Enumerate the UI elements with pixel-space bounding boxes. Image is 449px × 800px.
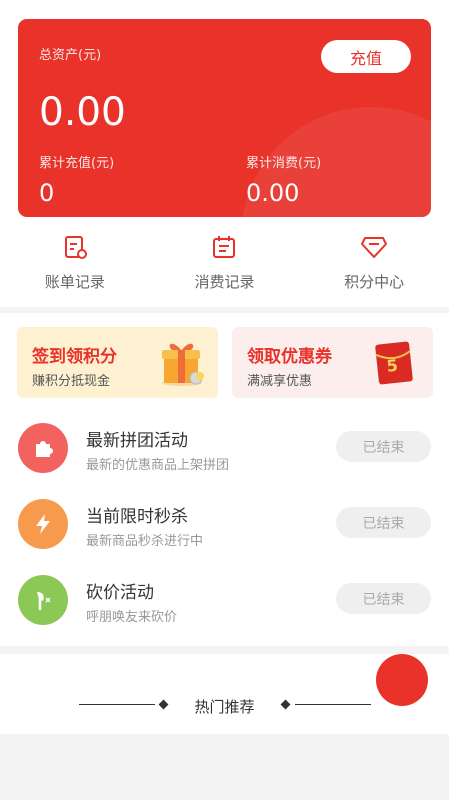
accum-recharge-value: 0 — [39, 179, 55, 207]
gift-box-icon — [158, 337, 206, 391]
nav-bill-records[interactable]: 账单记录 — [0, 224, 150, 304]
promo-title: 签到领积分 — [32, 347, 117, 367]
bill-icon — [62, 234, 88, 260]
hot-recommend-title: 热门推荐 — [194, 698, 255, 716]
promo-title: 领取优惠券 — [247, 347, 332, 367]
calendar-icon — [211, 234, 237, 260]
promo-subtitle: 满减享优惠 — [247, 374, 313, 389]
activity-flash-sale[interactable]: 当前限时秒杀 最新商品秒杀进行中 已结束 — [0, 485, 449, 561]
accum-spend-value: 0.00 — [246, 179, 300, 207]
sign-in-points-card[interactable]: 签到领积分 赚积分抵现金 — [17, 327, 218, 398]
accum-spend-label: 累计消费(元) — [246, 156, 322, 171]
activity-title: 砍价活动 — [86, 583, 154, 603]
accum-recharge-label: 累计充值(元) — [39, 156, 115, 171]
activity-title: 当前限时秒杀 — [86, 507, 188, 527]
divider-line — [295, 704, 371, 705]
activity-status-button[interactable]: 已结束 — [336, 583, 431, 614]
puzzle-icon — [18, 423, 68, 473]
activity-group-buy[interactable]: 最新拼团活动 最新的优惠商品上架拼团 已结束 — [0, 409, 449, 485]
lightning-icon — [18, 499, 68, 549]
diamond-icon — [360, 234, 388, 260]
axe-icon — [18, 575, 68, 625]
nav-label: 消费记录 — [194, 273, 255, 291]
activity-bargain[interactable]: 砍价活动 呼朋唤友来砍价 已结束 — [0, 561, 449, 637]
activity-subtitle: 最新的优惠商品上架拼团 — [86, 458, 230, 473]
promo-and-activity-section: 签到领积分 赚积分抵现金 领取优惠券 满减享优惠 5 最新拼团活动 最新的优惠商… — [0, 313, 449, 646]
nav-spend-records[interactable]: 消费记录 — [150, 224, 300, 304]
activity-title: 最新拼团活动 — [86, 431, 188, 451]
nav-label: 积分中心 — [344, 273, 405, 291]
red-envelope-icon: 5 — [373, 339, 417, 391]
recharge-button[interactable]: 充值 — [321, 40, 411, 73]
activity-subtitle: 最新商品秒杀进行中 — [86, 534, 204, 549]
top-section: 总资产(元) 0.00 充值 累计充值(元) 0 累计消费(元) 0.00 账单… — [0, 0, 449, 307]
shortcut-nav: 账单记录 消费记录 积分中心 — [0, 224, 449, 304]
total-assets-label: 总资产(元) — [39, 48, 102, 63]
activity-status-button[interactable]: 已结束 — [336, 507, 431, 538]
nav-points-center[interactable]: 积分中心 — [299, 224, 449, 304]
coupon-badge: 5 — [386, 356, 399, 376]
activity-subtitle: 呼朋唤友来砍价 — [86, 610, 178, 625]
asset-card: 总资产(元) 0.00 充值 累计充值(元) 0 累计消费(元) 0.00 — [18, 19, 431, 217]
nav-label: 账单记录 — [44, 273, 105, 291]
floating-action-button[interactable] — [376, 654, 428, 706]
coupon-card[interactable]: 领取优惠券 满减享优惠 5 — [232, 327, 433, 398]
total-assets-value: 0.00 — [39, 90, 126, 135]
promo-subtitle: 赚积分抵现金 — [32, 374, 111, 389]
activity-status-button[interactable]: 已结束 — [336, 431, 431, 462]
